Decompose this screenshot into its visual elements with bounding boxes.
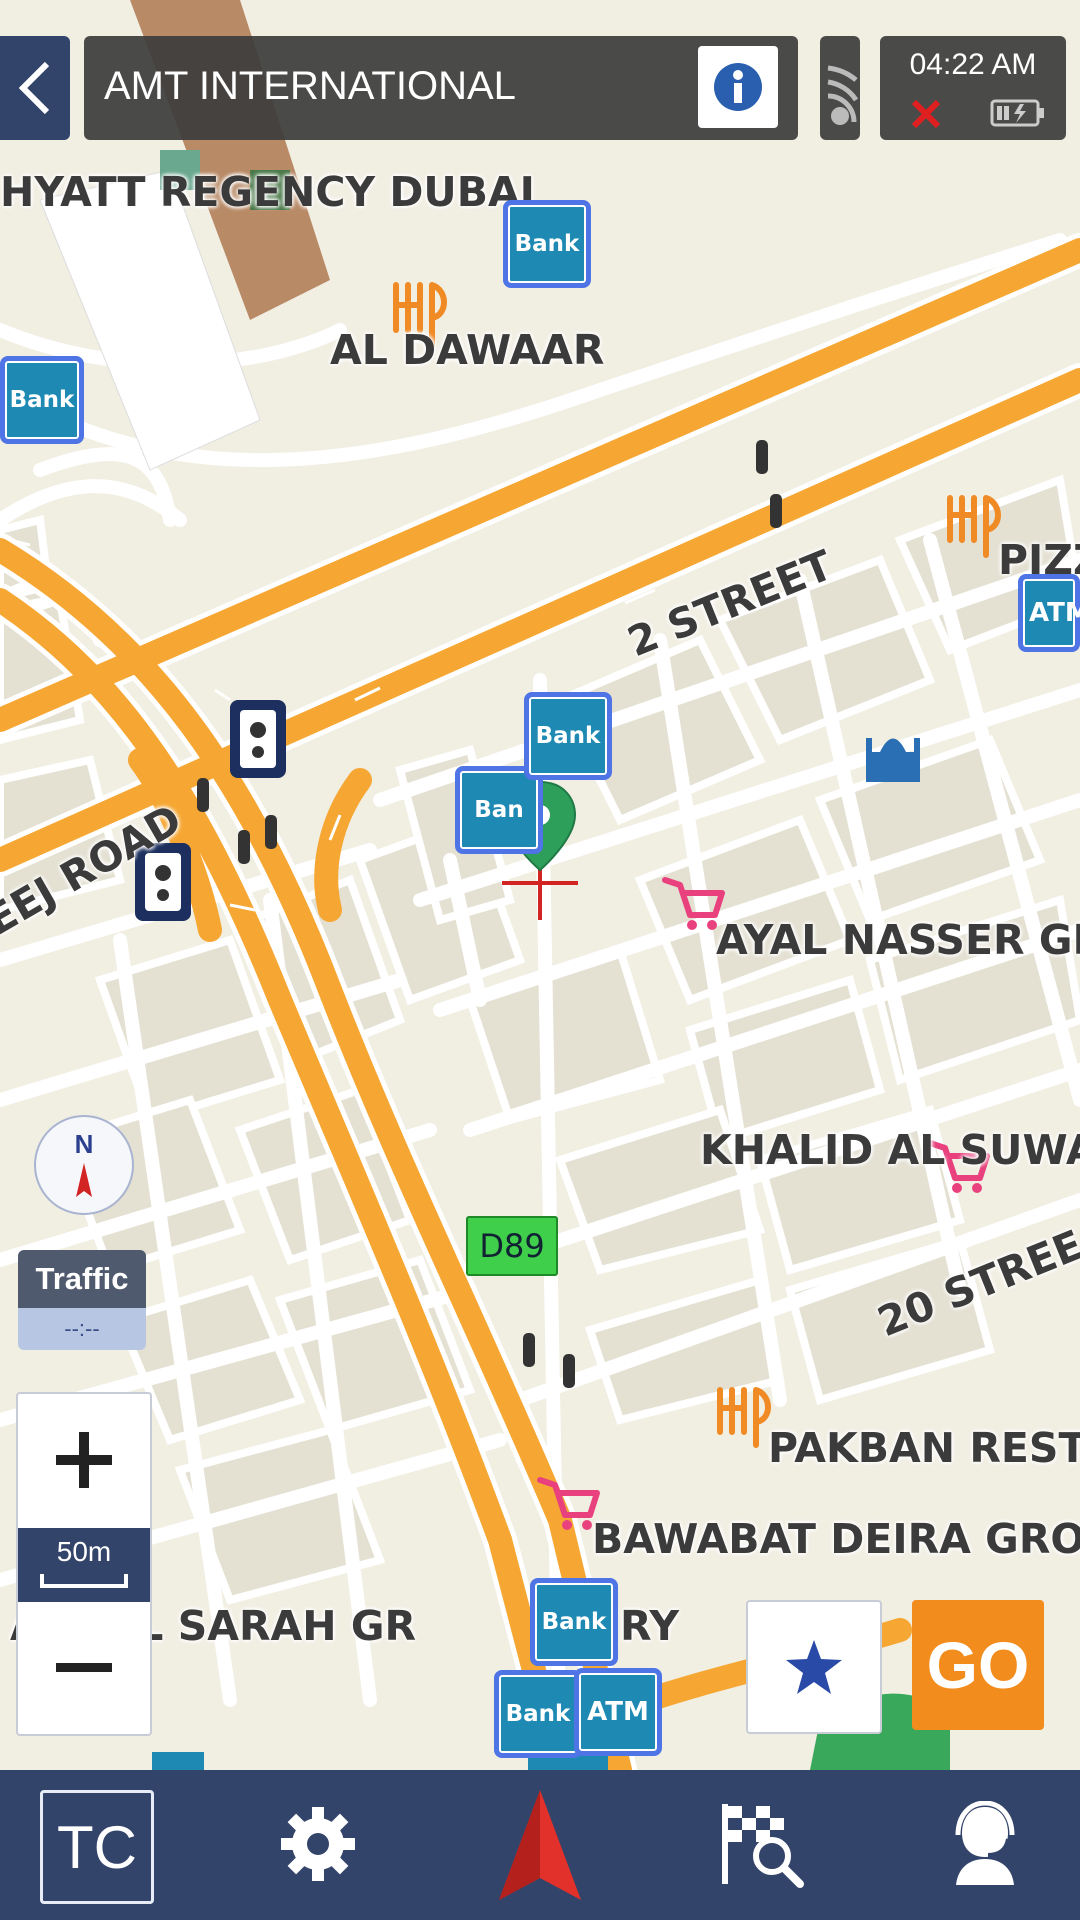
bank-poi[interactable]: Bank xyxy=(503,200,591,288)
navigation-arrow-icon xyxy=(499,1790,581,1900)
battery-icon xyxy=(990,99,1044,127)
bank-poi[interactable]: Bank xyxy=(0,356,84,444)
plus-icon xyxy=(56,1432,112,1488)
voice-assistant-button[interactable] xyxy=(935,1790,1035,1898)
traffic-widget[interactable]: Traffic --:-- xyxy=(18,1250,146,1350)
map-label-hyatt: HYATT REGENCY DUBAI xyxy=(0,168,535,216)
gear-icon xyxy=(281,1807,355,1881)
zoom-out-button[interactable] xyxy=(18,1602,150,1734)
compass-north-label: N xyxy=(74,1129,94,1159)
map-label-khalid: KHALID AL SUWA xyxy=(700,1126,1080,1174)
scale-bar-icon xyxy=(40,1574,128,1588)
settings-button[interactable] xyxy=(268,1790,368,1898)
scale-label: 50m xyxy=(56,1536,112,1567)
navigate-button[interactable] xyxy=(490,1780,590,1910)
compass[interactable]: N xyxy=(34,1115,134,1215)
route-shield-d89: D89 xyxy=(466,1216,558,1276)
status-panel: 04:22 AM xyxy=(880,36,1066,140)
tc-button[interactable]: TC xyxy=(40,1790,154,1904)
scale-indicator: 50m xyxy=(18,1528,150,1602)
info-button[interactable] xyxy=(698,46,778,128)
compass-needle-icon xyxy=(76,1163,92,1197)
map-canvas[interactable]: HYATT REGENCY DUBAI AL DAWAAR 2 STREET E… xyxy=(0,0,1080,1770)
map-label-sarah-end: RY xyxy=(620,1602,680,1650)
destination-panel[interactable]: AMT INTERNATIONAL xyxy=(84,36,798,140)
map-label-bawabat: BAWABAT DEIRA GROC xyxy=(592,1515,1080,1563)
map-label-pakban: PAKBAN REST xyxy=(768,1424,1080,1472)
headset-person-icon xyxy=(955,1801,1015,1885)
zoom-control: 50m xyxy=(16,1392,152,1736)
bottom-toolbar: TC xyxy=(0,1770,1080,1920)
favorite-button[interactable] xyxy=(746,1600,882,1734)
checkered-flag-search-icon xyxy=(722,1804,804,1888)
bank-poi[interactable]: Bank xyxy=(530,1578,618,1666)
star-icon xyxy=(786,1640,842,1694)
gps-signal-indicator xyxy=(820,36,860,140)
bank-poi[interactable]: Bank xyxy=(494,1670,582,1758)
back-button[interactable] xyxy=(0,36,70,140)
destination-search-button[interactable] xyxy=(710,1790,810,1898)
minus-icon xyxy=(56,1663,112,1672)
chevron-left-icon xyxy=(18,61,50,115)
go-button[interactable]: GO xyxy=(912,1600,1044,1730)
traffic-label: Traffic xyxy=(18,1250,146,1308)
bank-poi[interactable]: Bank xyxy=(524,692,612,780)
clock: 04:22 AM xyxy=(909,48,1037,81)
atm-poi[interactable]: ATM xyxy=(1018,574,1080,652)
destination-title: AMT INTERNATIONAL xyxy=(104,64,516,108)
traffic-value: --:-- xyxy=(18,1308,146,1350)
info-icon xyxy=(714,63,762,111)
atm-poi[interactable]: ATM xyxy=(574,1668,662,1756)
no-connection-icon xyxy=(911,99,941,129)
map-label-al-dawaar: AL DAWAAR xyxy=(330,326,605,374)
gps-signal-icon xyxy=(827,65,859,125)
zoom-in-button[interactable] xyxy=(18,1394,150,1526)
map-label-ayal-nasser: AYAL NASSER GR xyxy=(716,916,1080,964)
